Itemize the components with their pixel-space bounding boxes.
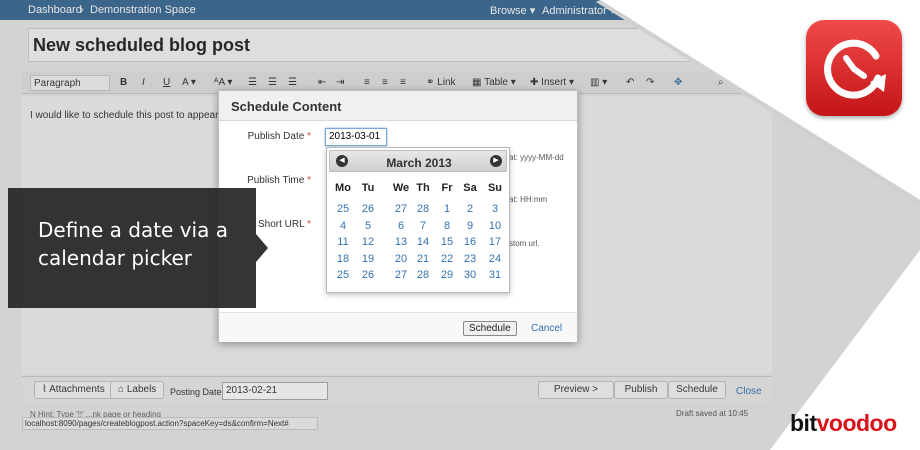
calendar-day[interactable]: 24 (483, 253, 507, 265)
calendar-day[interactable]: 15 (435, 236, 459, 248)
schedule-logo-badge (806, 20, 902, 116)
calendar-month-label: March 2013 (386, 156, 452, 170)
calendar-day[interactable]: 2 (458, 203, 482, 215)
publish-time-label: Publish Time * (219, 175, 311, 186)
next-month-icon[interactable]: ▶ (490, 155, 502, 167)
weekday-header: Tu (361, 182, 375, 194)
callout-arrow (256, 234, 268, 262)
weekday-header: Th (416, 182, 430, 194)
calendar-day[interactable]: 26 (356, 269, 380, 281)
calendar-day[interactable]: 10 (483, 220, 507, 232)
calendar-day[interactable]: 14 (411, 236, 435, 248)
calendar-day[interactable]: 16 (458, 236, 482, 248)
weekday-header: Fr (441, 182, 453, 194)
weekday-header: Mo (335, 182, 351, 194)
calendar-day[interactable]: 25 (331, 203, 355, 215)
calendar-day[interactable]: 12 (356, 236, 380, 248)
calendar-day[interactable]: 1 (435, 203, 459, 215)
dialog-footer: Schedule Cancel (219, 312, 577, 342)
required-marker: * (307, 175, 311, 186)
calendar-picker: ◀ March 2013 ▶ Mo Tu We Th Fr Sa Su 25 26 27 28 1 2 3… (326, 147, 510, 293)
calendar-day[interactable]: 7 (411, 220, 435, 232)
cancel-link[interactable]: Cancel (531, 323, 562, 334)
publish-date-input[interactable]: 2013-03-01 (325, 128, 387, 146)
weekday-header: Su (487, 182, 503, 194)
calendar-day[interactable]: 18 (331, 253, 355, 265)
schedule-button[interactable]: Schedule (463, 321, 517, 336)
calendar-day[interactable]: 30 (458, 269, 482, 281)
dialog-header: Schedule Content (219, 91, 577, 121)
required-marker: * (307, 219, 311, 230)
time-format-hint: at: HH:mm (509, 195, 548, 204)
clock-refresh-icon (824, 39, 886, 99)
calendar-day[interactable]: 11 (331, 236, 355, 248)
publish-time-text: Publish Time (247, 175, 305, 186)
calendar-day[interactable]: 25 (331, 269, 355, 281)
short-url-text: Short URL (257, 219, 305, 230)
required-marker: * (307, 131, 311, 142)
calendar-header: ◀ March 2013 ▶ (329, 150, 507, 172)
calendar-day[interactable]: 23 (458, 253, 482, 265)
calendar-day[interactable]: 31 (483, 269, 507, 281)
callout-text: Define a date via a calendar picker (38, 218, 228, 270)
calendar-day[interactable]: 26 (356, 203, 380, 215)
calendar-day[interactable]: 28 (411, 269, 435, 281)
calendar-day[interactable]: 9 (458, 220, 482, 232)
brand-part-1: bit (790, 410, 817, 436)
weekday-header: Sa (463, 182, 477, 194)
calendar-day[interactable]: 22 (435, 253, 459, 265)
dialog-title: Schedule Content (231, 99, 342, 114)
date-format-hint: at: yyyy-MM-dd (509, 153, 564, 162)
calendar-day[interactable]: 28 (411, 203, 435, 215)
publish-date-label: Publish Date * (219, 131, 311, 142)
callout-tooltip: Define a date via a calendar picker (8, 188, 256, 308)
brand-part-2: voodoo (816, 410, 898, 436)
calendar-day[interactable]: 29 (435, 269, 459, 281)
calendar-day[interactable]: 5 (356, 220, 380, 232)
calendar-day[interactable]: 21 (411, 253, 435, 265)
short-url-hint: stom url. (509, 239, 540, 248)
bitvoodoo-logo: bitvoodoo (790, 410, 897, 437)
calendar-day[interactable]: 3 (483, 203, 507, 215)
publish-date-text: Publish Date (247, 131, 305, 142)
calendar-day[interactable]: 8 (435, 220, 459, 232)
calendar-day[interactable]: 4 (331, 220, 355, 232)
calendar-day[interactable]: 19 (356, 253, 380, 265)
calendar-day[interactable]: 17 (483, 236, 507, 248)
